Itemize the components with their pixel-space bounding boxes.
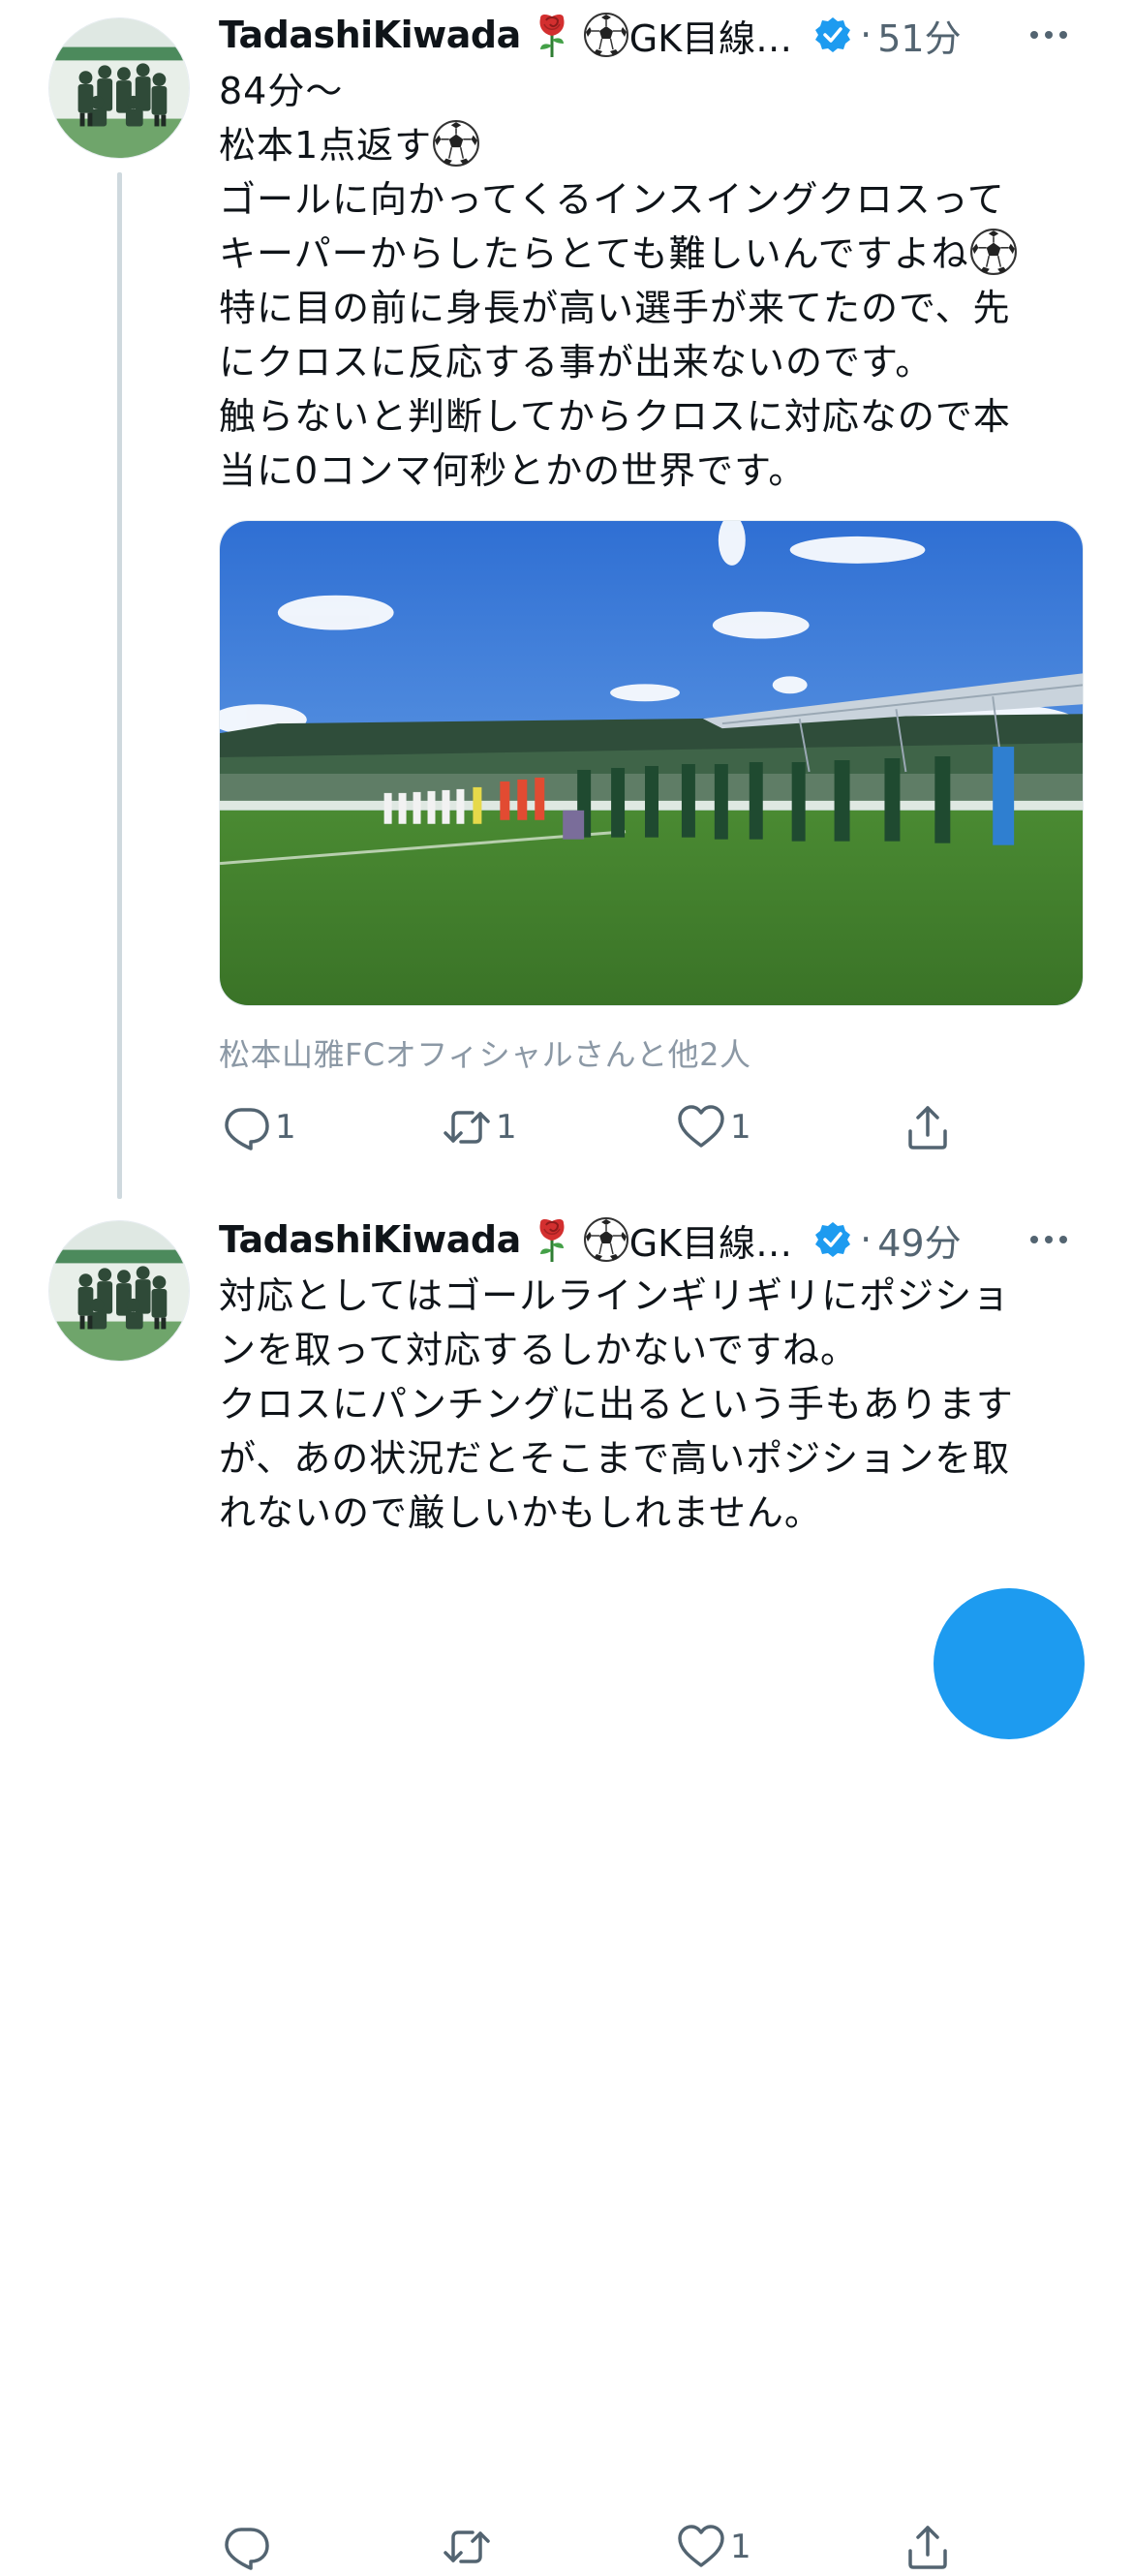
tweet-photo[interactable] [219, 520, 1084, 1006]
tweet-actions: 1 1 1 [219, 1098, 1071, 1156]
tweet-text: 対応としてはゴールラインギリギリにポジショ ンを取って対応するしかないですね。 … [219, 1269, 1071, 1540]
share-icon [903, 2522, 953, 2572]
text-line: 特に目の前に身長が高い選手が来てたので、先 [219, 287, 1011, 329]
reply-icon [221, 1102, 271, 1152]
share-button[interactable] [903, 2518, 953, 2576]
text-line: 触らないと判断してからクロスに対応なので本 [219, 395, 1011, 438]
text-line: ゴールに向かってくるインスイングクロスって [219, 178, 1005, 221]
tweet[interactable]: TadashiKiwada GK目線… · 49分 対応としてはゴールラインギリ… [0, 1191, 1133, 1626]
soccer-ball-icon [583, 1216, 629, 1263]
share-icon [903, 1102, 953, 1152]
stadium-photo [220, 521, 1083, 1005]
retweet-count: 1 [496, 1108, 517, 1147]
soccer-ball-icon [432, 119, 480, 168]
more-options-icon[interactable] [1026, 21, 1071, 48]
profile-photo-icon [49, 1221, 189, 1361]
reply-button[interactable] [221, 2518, 275, 2576]
tweet[interactable]: TadashiKiwada GK目線… · 51分 84分〜 松本1点返す ゴー… [0, 0, 1133, 1199]
heart-icon [676, 2522, 726, 2572]
rose-icon [531, 1215, 573, 1264]
reply-button[interactable]: 1 [221, 1098, 296, 1156]
tagged-users-link[interactable]: 松本山雅FCオフィシャルさんと他2人 [219, 1030, 750, 1075]
soccer-ball-icon [969, 228, 1018, 276]
share-button[interactable] [903, 1098, 953, 1156]
tweet-header: TadashiKiwada GK目線… · 49分 [219, 1211, 1071, 1269]
timestamp[interactable]: 51分 [877, 9, 961, 62]
reply-icon [221, 2522, 271, 2572]
text-line: 84分〜 [219, 70, 344, 112]
text-line: れないので厳しいかもしれません。 [219, 1491, 822, 1534]
display-name-suffix[interactable]: GK目線… [629, 9, 792, 62]
text-line: 対応としてはゴールラインギリギリにポジショ [219, 1274, 1011, 1317]
display-name[interactable]: TadashiKiwada [219, 1218, 521, 1261]
compose-tweet-button[interactable] [934, 1588, 1085, 1739]
separator: · [860, 14, 873, 56]
tweet-text: 84分〜 松本1点返す ゴールに向かってくるインスイングクロスって キーパーから… [219, 64, 1071, 498]
text-line: 当に0コンマ何秒とかの世界です。 [219, 449, 807, 492]
display-name[interactable]: TadashiKiwada [219, 14, 521, 56]
separator: · [860, 1218, 873, 1261]
display-name-suffix[interactable]: GK目線… [629, 1213, 792, 1267]
rose-icon [531, 11, 573, 59]
text-line: クロスにパンチングに出るという手もあります [219, 1383, 1014, 1426]
text-line: が、あの状況だとそこまで高いポジションを取 [219, 1437, 1011, 1480]
text-line: にクロスに反応する事が出来ないのです。 [219, 341, 934, 383]
thread-connector [117, 172, 122, 1199]
retweet-icon [442, 1102, 492, 1152]
reply-count: 1 [275, 1108, 296, 1147]
like-count: 1 [730, 1108, 751, 1147]
timestamp[interactable]: 49分 [877, 1213, 961, 1267]
retweet-button[interactable] [442, 2518, 496, 2576]
avatar[interactable] [48, 17, 190, 159]
avatar[interactable] [48, 1220, 190, 1362]
retweet-icon [442, 2522, 492, 2572]
text-line: 松本1点返す [219, 124, 433, 167]
like-button[interactable]: 1 [676, 1098, 751, 1156]
verified-badge-icon [813, 1220, 852, 1259]
soccer-ball-icon [583, 12, 629, 58]
retweet-button[interactable]: 1 [442, 1098, 517, 1156]
profile-photo-icon [49, 18, 189, 158]
heart-icon [676, 1102, 726, 1152]
like-count: 1 [730, 2528, 751, 2566]
tweet-actions: 1 [219, 2518, 1071, 2576]
text-line: ンを取って対応するしかないですね。 [219, 1329, 858, 1371]
text-line: キーパーからしたらとても難しいんですよね [219, 232, 969, 275]
verified-badge-icon [813, 15, 852, 54]
more-options-icon[interactable] [1026, 1226, 1071, 1253]
tweet-header: TadashiKiwada GK目線… · 51分 [219, 6, 1071, 64]
like-button[interactable]: 1 [676, 2518, 751, 2576]
